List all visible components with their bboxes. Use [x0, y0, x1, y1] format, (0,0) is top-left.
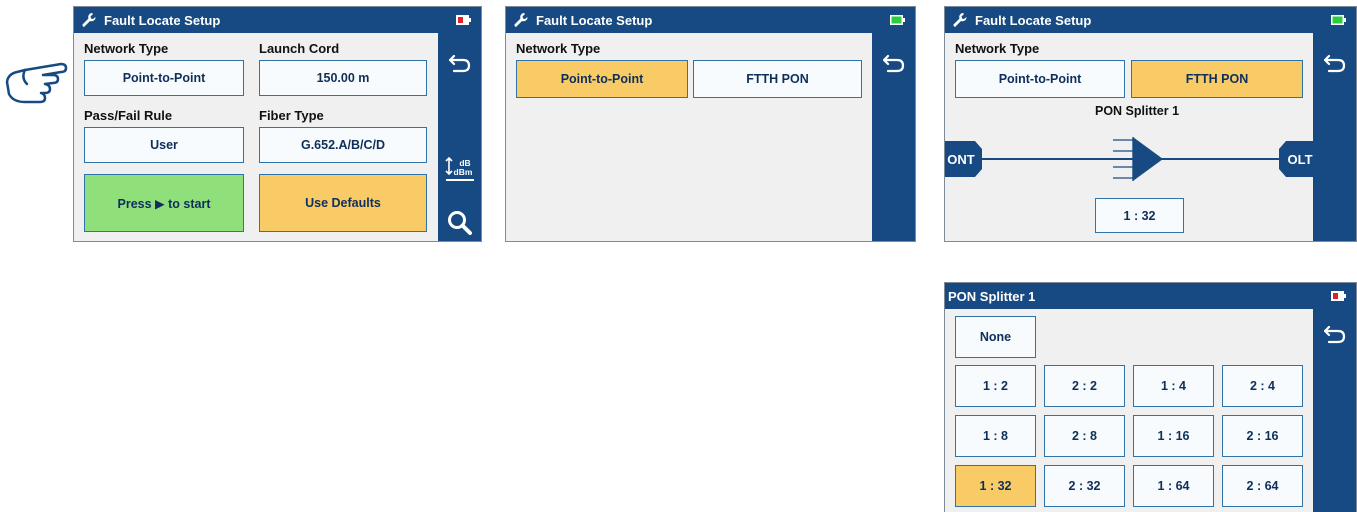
fiber-type-field[interactable]: G.652.A/B/C/D: [259, 127, 427, 163]
option-point-to-point[interactable]: Point-to-Point: [516, 60, 688, 98]
back-icon: [882, 54, 904, 73]
back-icon: [1323, 325, 1345, 344]
splitter-title: PON Splitter 1: [1095, 104, 1180, 118]
title-bar: Fault Locate Setup: [945, 7, 1356, 33]
ratio-1-64[interactable]: 1 : 64: [1133, 465, 1214, 507]
db-dbm-icon: dB dBm: [444, 156, 474, 181]
battery-icon: [456, 15, 471, 25]
network-type-label: Network Type: [84, 41, 169, 56]
back-button[interactable]: [1313, 314, 1356, 354]
search-button[interactable]: [438, 203, 481, 241]
screen-ftth-pon: Fault Locate Setup Network Type Point-to…: [944, 6, 1357, 242]
fiber-type-label: Fiber Type: [259, 108, 324, 123]
back-button[interactable]: [872, 43, 915, 83]
ratio-2-8[interactable]: 2 : 8: [1044, 415, 1125, 457]
pass-fail-label: Pass/Fail Rule: [84, 108, 173, 123]
start-button[interactable]: Press ▶ to start: [84, 174, 244, 232]
olt-label: OLT: [1287, 152, 1312, 167]
screen-fault-locate-setup: Fault Locate Setup Network Type Launch C…: [73, 6, 482, 242]
back-button[interactable]: [1313, 43, 1356, 83]
sidebar: [1313, 33, 1356, 241]
ratio-1-16[interactable]: 1 : 16: [1133, 415, 1214, 457]
ratio-2-16[interactable]: 2 : 16: [1222, 415, 1303, 457]
dbm-label: dBm: [453, 167, 472, 177]
ratio-1-2[interactable]: 1 : 2: [955, 365, 1036, 407]
ratio-none-button[interactable]: None: [955, 316, 1036, 358]
pointing-hand-icon: [5, 62, 68, 104]
battery-icon: [1331, 15, 1346, 25]
battery-icon: [890, 15, 905, 25]
ratio-1-4[interactable]: 1 : 4: [1133, 365, 1214, 407]
ratio-2-2[interactable]: 2 : 2: [1044, 365, 1125, 407]
title-bar: Fault Locate Setup: [506, 7, 915, 33]
ratio-2-32[interactable]: 2 : 32: [1044, 465, 1125, 507]
back-icon: [448, 54, 470, 73]
network-type-label: Network Type: [516, 41, 601, 56]
ratio-2-4[interactable]: 2 : 4: [1222, 365, 1303, 407]
ratio-1-8[interactable]: 1 : 8: [955, 415, 1036, 457]
option-ftth-pon[interactable]: FTTH PON: [693, 60, 862, 98]
ont-label: ONT: [947, 152, 975, 167]
option-ftth-pon[interactable]: FTTH PON: [1131, 60, 1303, 98]
screen-network-type: Fault Locate Setup Network Type Point-to…: [505, 6, 916, 242]
splitter-ratio-field[interactable]: 1 : 32: [1095, 198, 1184, 233]
page-title: PON Splitter 1: [948, 288, 1036, 304]
network-type-label: Network Type: [955, 41, 1040, 56]
launch-cord-field[interactable]: 150.00 m: [259, 60, 427, 96]
db-dbm-button[interactable]: dB dBm: [438, 149, 481, 189]
wrench-icon: [953, 13, 967, 27]
page-title: Fault Locate Setup: [975, 12, 1092, 28]
screen-pon-splitter: PON Splitter 1 None 1 : 2 2 : 2 1 : 4 2 …: [944, 282, 1357, 512]
pass-fail-field[interactable]: User: [84, 127, 244, 163]
title-bar: Fault Locate Setup: [74, 7, 481, 33]
title-bar: PON Splitter 1: [945, 283, 1356, 309]
wrench-icon: [82, 13, 96, 27]
ratio-2-64[interactable]: 2 : 64: [1222, 465, 1303, 507]
page-title: Fault Locate Setup: [104, 12, 221, 28]
ratio-1-32[interactable]: 1 : 32: [955, 465, 1036, 507]
back-button[interactable]: [438, 43, 481, 83]
sidebar: [1313, 309, 1356, 512]
pon-diagram: ONT OLT: [945, 137, 1315, 181]
option-point-to-point[interactable]: Point-to-Point: [955, 60, 1125, 98]
use-defaults-button[interactable]: Use Defaults: [259, 174, 427, 232]
launch-cord-label: Launch Cord: [259, 41, 340, 56]
sidebar: [872, 33, 915, 241]
wrench-icon: [514, 13, 528, 27]
page-title: Fault Locate Setup: [536, 12, 653, 28]
battery-icon: [1331, 291, 1346, 301]
network-type-field[interactable]: Point-to-Point: [84, 60, 244, 96]
back-icon: [1323, 54, 1345, 73]
sidebar: dB dBm: [438, 33, 481, 241]
search-icon: [447, 211, 472, 235]
